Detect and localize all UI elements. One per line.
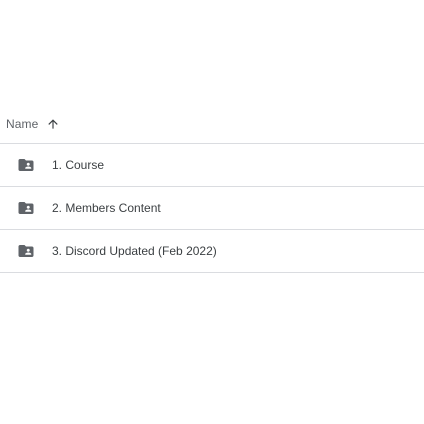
list-header: Name [0,104,424,144]
shared-folder-icon [17,242,35,260]
sort-by-name-button[interactable]: Name [0,117,60,131]
file-name: 3. Discord Updated (Feb 2022) [52,244,217,258]
arrow-up-icon [46,117,60,131]
drive-file-list-page: Name 1. Course 2. Members Content 3. Dis… [0,0,424,424]
list-item[interactable]: 3. Discord Updated (Feb 2022) [0,230,424,273]
file-list: Name 1. Course 2. Members Content 3. Dis… [0,104,424,273]
list-item[interactable]: 2. Members Content [0,187,424,230]
shared-folder-icon [17,199,35,217]
name-column-label: Name [6,116,39,131]
file-name: 1. Course [52,158,105,172]
shared-folder-icon [17,156,35,174]
file-name: 2. Members Content [52,201,161,215]
list-item[interactable]: 1. Course [0,144,424,187]
